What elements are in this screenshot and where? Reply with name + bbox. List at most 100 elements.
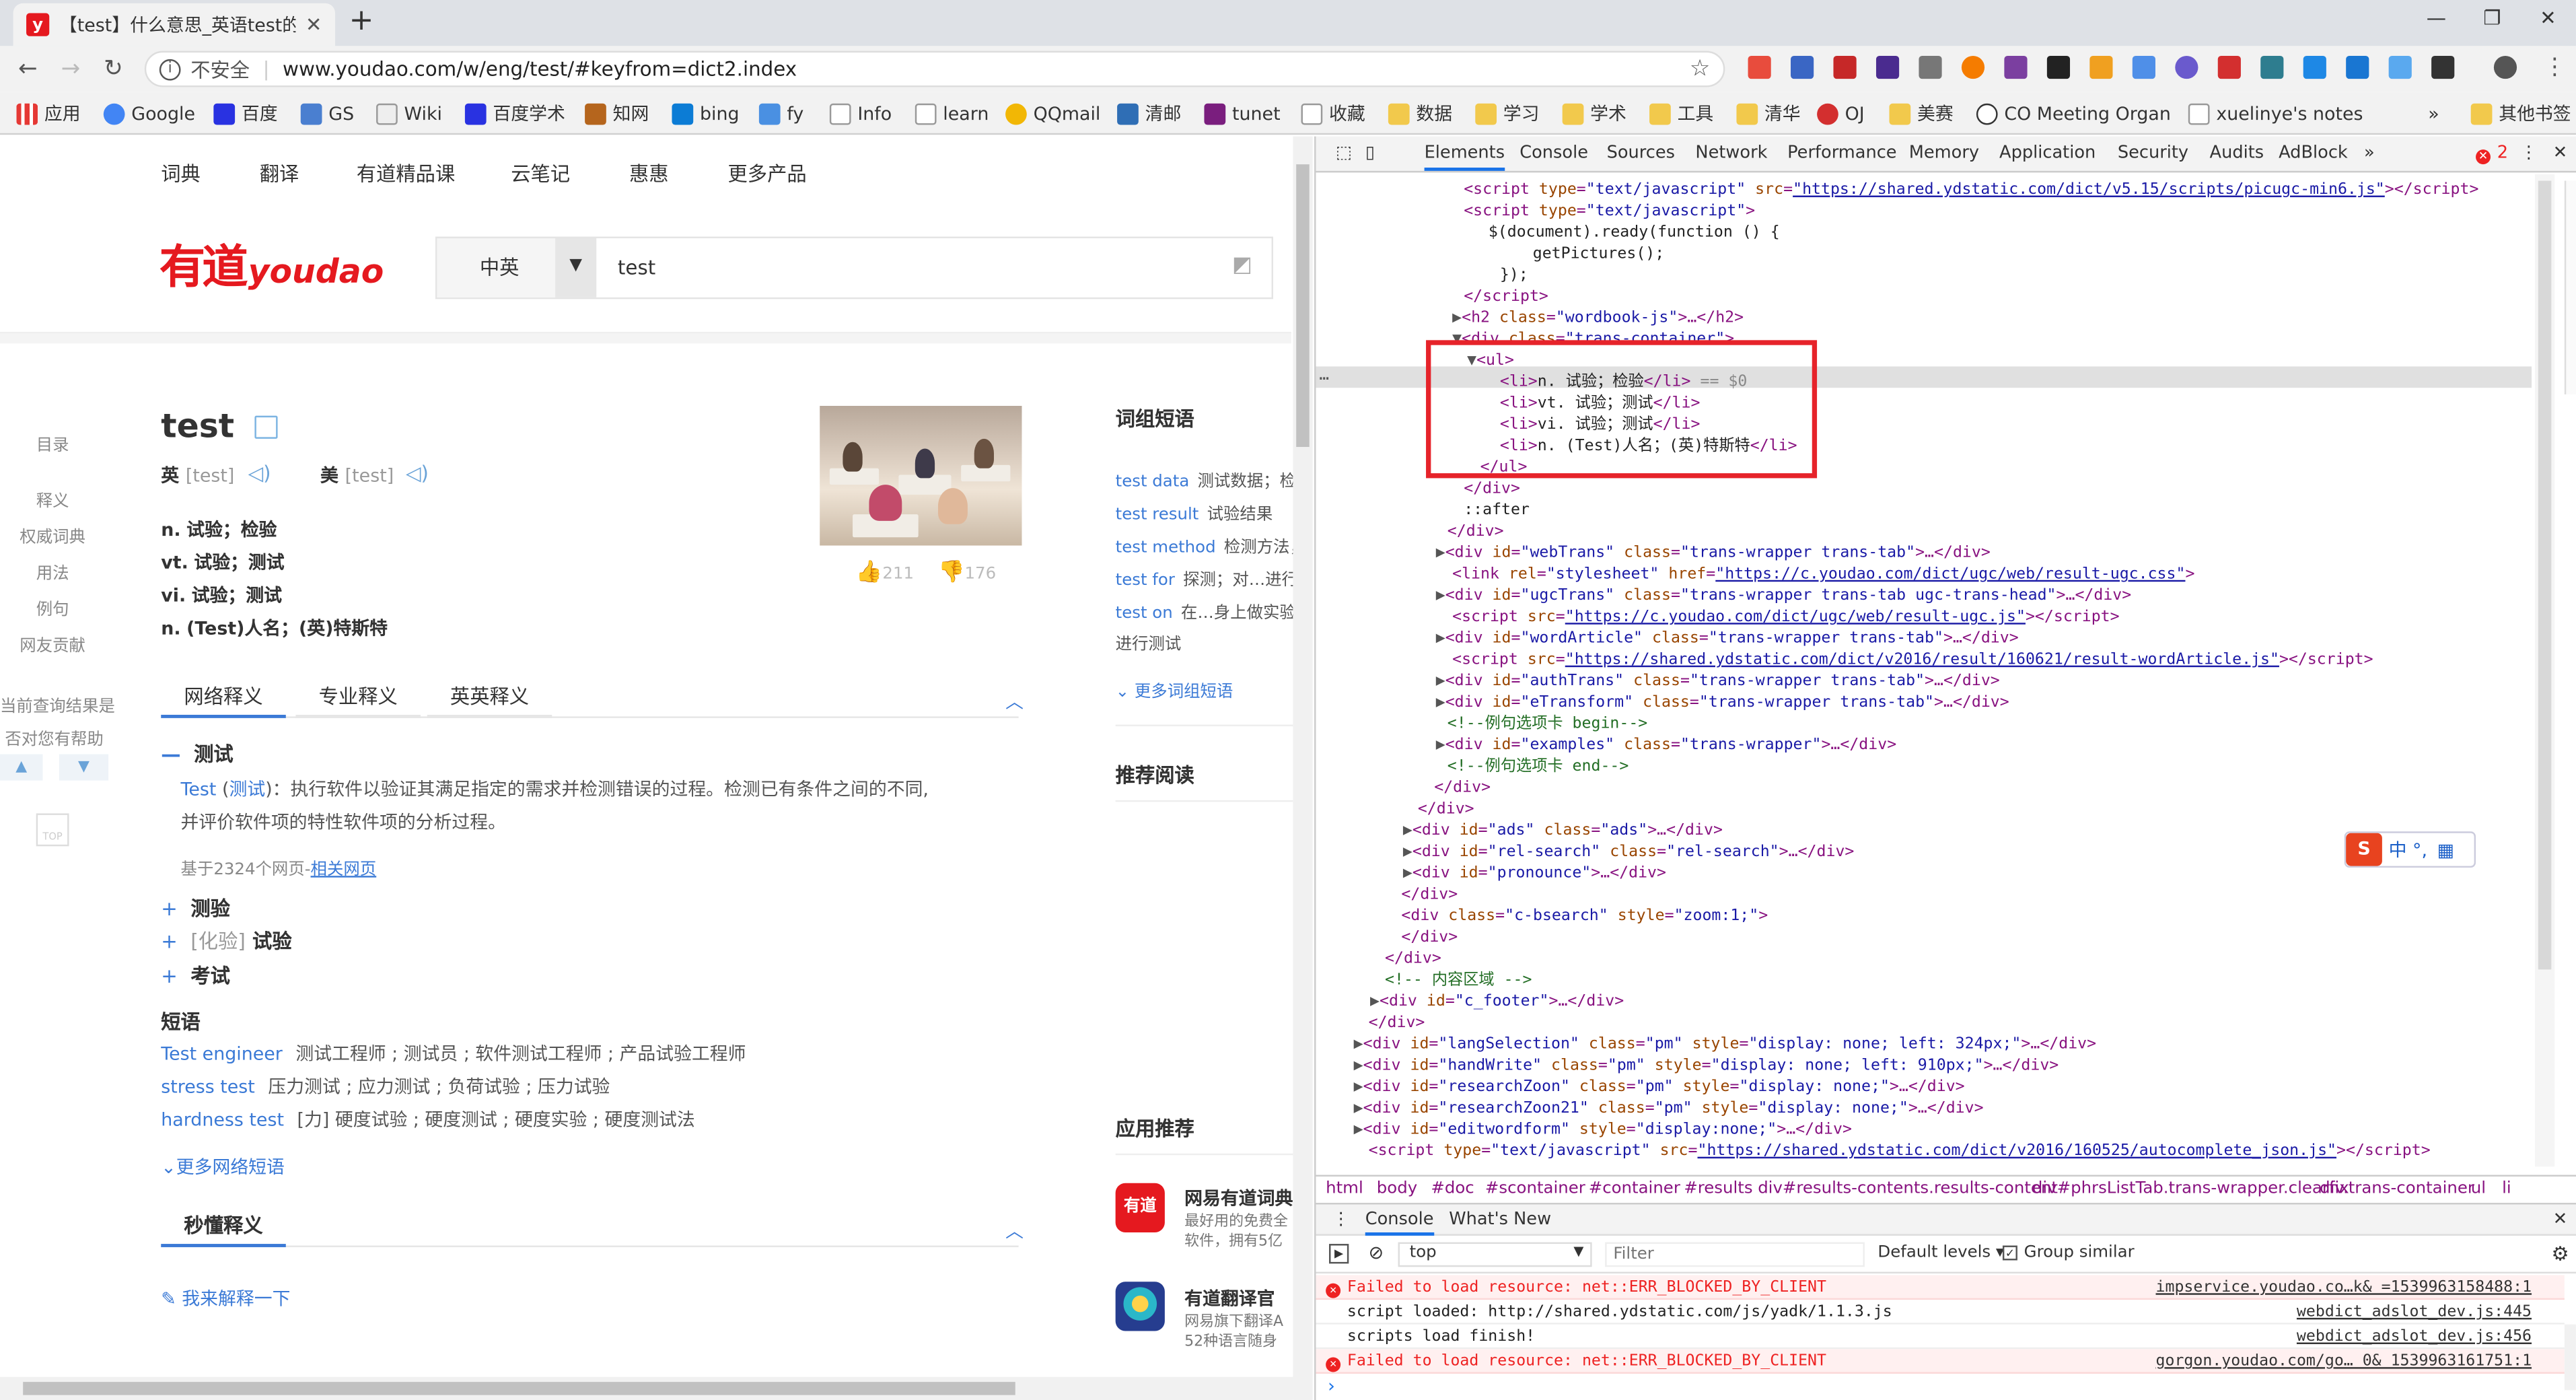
onenote-icon[interactable] <box>2004 56 2028 79</box>
extension-icon[interactable] <box>2089 56 2113 79</box>
dom-line[interactable]: ▶<div id="authTrans" class="trans-wrappe… <box>1436 670 2000 692</box>
forward-arrow-icon[interactable]: → <box>56 55 85 84</box>
sidenav-contrib[interactable]: 网友贡献 <box>20 631 85 656</box>
bookmark-tsinghua-folder[interactable]: 清华 <box>1736 100 1801 127</box>
sidenav-examples[interactable]: 例句 <box>36 595 69 620</box>
sidenav-meaning[interactable]: 释义 <box>36 487 69 511</box>
nav-cloudnote[interactable]: 云笔记 <box>511 160 570 188</box>
nav-more-products[interactable]: 更多产品 <box>727 160 806 188</box>
dom-line[interactable]: </div> <box>1401 884 1458 905</box>
dom-line[interactable]: }); <box>1500 265 1528 286</box>
dom-line[interactable]: ▶<div id="wordArticle" class="trans-wrap… <box>1436 628 2019 650</box>
crumb-item[interactable]: #results <box>1684 1180 1752 1198</box>
dom-line[interactable]: ▶<h2 class="wordbook-js">…</h2> <box>1452 308 1744 329</box>
tab-application[interactable]: Application <box>1999 143 2096 162</box>
console-settings-gear-icon[interactable]: ⚙ <box>2551 1242 2569 1265</box>
new-tab-button[interactable]: + <box>342 6 382 40</box>
extension-icon[interactable] <box>1748 56 1771 79</box>
sense-item[interactable]: + 测验 <box>161 894 230 922</box>
dislike-button[interactable]: 👎176 <box>938 560 996 585</box>
nav-huihui[interactable]: 惠惠 <box>629 160 669 188</box>
phrase-link[interactable]: Test engineer <box>161 1043 283 1065</box>
dom-line[interactable]: ▶<div id="handWrite" class="pm" style="d… <box>1354 1055 2059 1076</box>
add-to-wordbook-icon[interactable] <box>254 415 278 439</box>
extension-icon[interactable] <box>1833 56 1857 79</box>
extension-icon[interactable] <box>2260 56 2284 79</box>
restore-button[interactable]: ❐ <box>2468 7 2517 36</box>
phrase-link[interactable]: hardness test <box>161 1109 284 1131</box>
dom-line[interactable]: <script type="text/javascript" src="http… <box>1369 1140 2431 1162</box>
devtools-menu-icon[interactable]: ⋮ <box>2520 143 2538 162</box>
bookmark-study-folder[interactable]: 学习 <box>1475 100 1539 127</box>
dom-line[interactable]: <!-- 内容区域 --> <box>1385 969 1532 991</box>
thumb-down-feedback-icon[interactable]: ▼ <box>59 754 109 781</box>
bookmark-learn[interactable]: learn <box>915 100 989 127</box>
dom-line[interactable]: <!--例句选项卡 begin--> <box>1447 713 1647 735</box>
console-source-link[interactable]: webdict_adslot_dev.js:445 <box>2297 1300 2532 1325</box>
console-source-link[interactable]: impservice.youdao.co…k& =1539963158488:1 <box>2156 1275 2532 1300</box>
drawer-menu-icon[interactable]: ⋮ <box>1332 1210 1350 1229</box>
bookmark-favorites[interactable]: 收藏 <box>1301 100 1365 127</box>
dom-line[interactable]: <script src="https://c.youdao.com/dict/u… <box>1452 606 2120 628</box>
bookmark-baidu-xueshu[interactable]: 百度学术 <box>464 100 565 127</box>
reload-icon[interactable]: ↻ <box>98 55 128 84</box>
tab-console[interactable]: Console <box>1519 143 1588 162</box>
dom-line[interactable]: ▶<div id="examples" class="trans-wrapper… <box>1436 734 1896 756</box>
sidenav-toc[interactable]: 目录 <box>36 431 69 455</box>
sense-item[interactable]: + 考试 <box>161 961 230 989</box>
bookmark-tunet[interactable]: tunet <box>1204 100 1281 127</box>
console-prompt-icon[interactable]: › <box>1326 1375 1336 1397</box>
collapse-chevron-icon[interactable]: ︿ <box>1005 1218 1024 1244</box>
bookmark-qqmail[interactable]: QQmail <box>1005 100 1100 127</box>
right-phrase-item[interactable]: test for 探测；对…进行 <box>1116 565 1298 590</box>
bookmark-bing[interactable]: bing <box>672 100 740 127</box>
dom-line[interactable]: ▶<div id="webTrans" class="trans-wrapper… <box>1436 542 1991 564</box>
right-phrase-item[interactable]: test method 检测方法， <box>1116 532 1306 557</box>
qr-code-icon[interactable] <box>2431 56 2455 79</box>
close-window-button[interactable]: ✕ <box>2524 7 2573 36</box>
right-phrase-item[interactable]: test result 试验结果 <box>1116 499 1273 524</box>
bookmark-tsinghua-mail[interactable]: 清邮 <box>1117 100 1181 127</box>
crumb-item[interactable]: #doc <box>1431 1180 1474 1198</box>
dom-line[interactable]: </div> <box>1418 798 1474 820</box>
extension-icon[interactable] <box>2175 56 2198 79</box>
page-scroll-thumb[interactable] <box>1296 164 1310 448</box>
bookmark-apps[interactable]: 应用 <box>16 100 81 127</box>
crumb-item[interactable]: body <box>1377 1180 1417 1198</box>
more-phrases-link[interactable]: ⌄ 更多词组短语 <box>1116 677 1233 702</box>
extension-icon[interactable] <box>1875 56 1900 79</box>
tab-adblock[interactable]: AdBlock <box>2279 143 2348 162</box>
bookmark-co-meeting[interactable]: CO Meeting Organ <box>1976 100 2171 127</box>
app-title[interactable]: 网易有道词典 <box>1184 1185 1293 1211</box>
profile-avatar-icon[interactable] <box>2493 56 2517 79</box>
speaker-uk-icon[interactable]: ◁) <box>248 462 271 485</box>
crumb-item[interactable]: li <box>2502 1180 2511 1198</box>
ime-toolbar[interactable]: S 中 °, ▦ <box>2344 831 2476 868</box>
bookmark-mcm-folder[interactable]: 美赛 <box>1889 100 1954 127</box>
adblock-icon[interactable] <box>2217 56 2241 79</box>
bookmark-wiki[interactable]: Wiki <box>376 100 442 127</box>
browser-tab[interactable]: y 【test】什么意思_英语test的翻 ✕ <box>13 3 336 46</box>
drawer-close-icon[interactable]: ✕ <box>2553 1210 2568 1229</box>
extension-icon[interactable] <box>2132 56 2155 79</box>
dom-line[interactable]: <script type="text/javascript" src="http… <box>1464 179 2478 201</box>
dom-line[interactable]: ▶<div id="editwordform" style="display:n… <box>1354 1119 1852 1141</box>
dom-line[interactable]: <div class="c-bsearch" style="zoom:1;"> <box>1401 905 1768 927</box>
inspect-element-icon[interactable]: ⬚ <box>1336 143 1352 162</box>
bookmark-academic-folder[interactable]: 学术 <box>1562 100 1626 127</box>
dom-line[interactable]: <link rel="stylesheet" href="https://c.y… <box>1452 563 2194 585</box>
web-meaning-head[interactable]: — 测试 <box>161 740 233 768</box>
phrase-link[interactable]: stress test <box>161 1076 255 1098</box>
dom-line[interactable]: ▶<div id="pronounce">…</div> <box>1403 863 1666 884</box>
bookmark-cnki[interactable]: 知网 <box>585 100 649 127</box>
tab-network[interactable]: Network <box>1695 143 1767 162</box>
crumb-item[interactable]: ul <box>2471 1180 2486 1198</box>
crumb-item[interactable]: div#phrsListTab.trans-wrapper.clearfix <box>2032 1180 2349 1198</box>
context-select[interactable]: top ▼ <box>1398 1242 1592 1267</box>
dom-line[interactable]: ▶<div id="langSelection" class="pm" styl… <box>1354 1034 2097 1055</box>
tab-close-icon[interactable]: ✕ <box>306 13 322 36</box>
address-bar[interactable]: i 不安全 | www.youdao.com/w/eng/test/#keyfr… <box>144 50 1725 88</box>
console-source-link[interactable]: webdict_adslot_dev.js:456 <box>2297 1325 2532 1350</box>
extension-icon[interactable] <box>1791 56 1814 79</box>
back-to-top-button[interactable]: TOP <box>36 813 69 847</box>
